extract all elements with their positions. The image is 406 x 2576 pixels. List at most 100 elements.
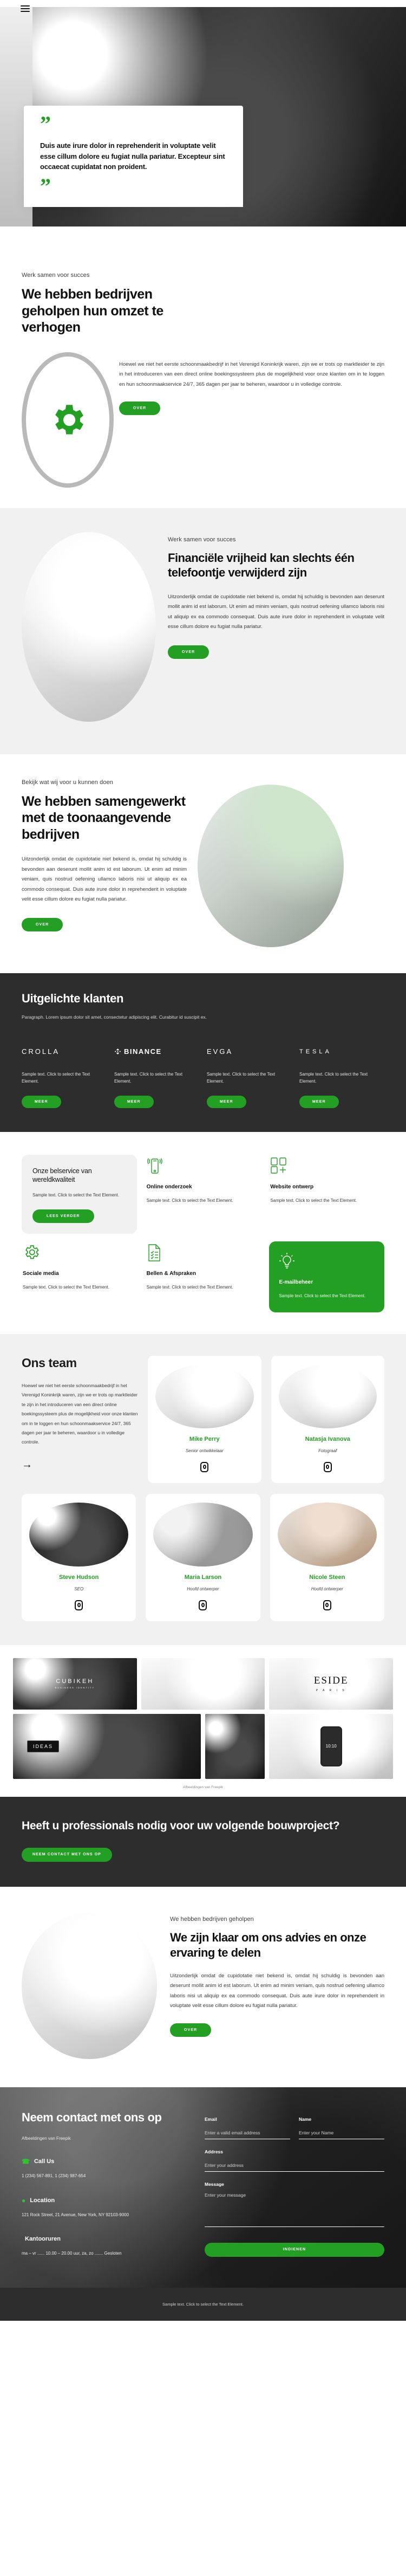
client-meer-button[interactable]: Meer [207,1095,246,1108]
service-text: Sample text. Click to select the Text El… [23,1285,109,1290]
quote-open-icon: ” [40,112,51,136]
message-label: Message [205,2181,224,2187]
gallery-eside-sub: P A R I S [316,1689,346,1693]
experience-over-button[interactable]: Over [170,2023,212,2037]
financial-body: Uitzonderlijk omdat de cupidotatie niet … [168,593,384,630]
gallery-eside-label: ESIDE [313,1675,349,1687]
experience-section: We hebben bedrijven geholpen We zijn kla… [0,1886,406,2087]
instagram-icon[interactable] [75,1600,83,1610]
service-card-emailbeheer: E-mailbeheer Sample text. Click to selec… [269,1241,384,1312]
team-member-card: Maria Larson Hoofd ontwerper [146,1493,260,1621]
lightbulb-icon [279,1252,375,1271]
instagram-icon[interactable] [323,1600,331,1610]
service-lees-verder-button[interactable]: Lees verder [32,1209,94,1224]
partners-heading: We hebben samengewerkt met de toonaangev… [22,793,186,842]
gear-icon-ring [22,352,114,488]
gallery-tile-phone[interactable]: 10:10 [269,1713,393,1779]
experience-eyebrow: We hebben bedrijven geholpen [170,1915,254,1923]
message-input[interactable] [205,2192,384,2227]
submit-button[interactable]: Indienen [205,2242,384,2257]
client-meer-button[interactable]: Meer [299,1095,339,1108]
instagram-icon[interactable] [200,1461,209,1472]
member-name: Mike Perry [189,1435,220,1442]
service-text: Sample text. Click to select the Text El… [146,1198,233,1203]
client-text: Sample text. Click to select the Text El… [299,1071,368,1084]
address-label: Address [205,2148,224,2154]
service-card-callservice: Onze belservice van wereldkwaliteit Samp… [22,1154,137,1234]
contact-location-block: ● Location 121 Rock Street, 21 Avenue, N… [22,2197,189,2219]
partners-eyebrow: Bekijk wat wij voor u kunnen doen [22,779,114,786]
experience-photo [22,1912,157,2059]
address-input[interactable] [205,2162,384,2172]
quote-close-icon: ” [40,173,51,198]
member-name: Maria Larson [184,1574,222,1581]
service-title: Sociale media [23,1271,59,1277]
gallery-tile-cubikeh[interactable]: CUBIKEH BUSINESS IDENTITY [13,1658,137,1710]
gallery-tile-cards[interactable] [141,1658,265,1710]
success-over-button[interactable]: Over [119,402,161,416]
service-card-online-onderzoek: Online onderzoek Sample text. Click to s… [146,1155,261,1234]
client-logo-tesla: TESLA [299,1048,332,1055]
client-text: Sample text. Click to select the Text El… [22,1071,90,1084]
gallery-tile-eside[interactable]: ESIDE P A R I S [269,1658,393,1710]
hamburger-menu-icon[interactable] [21,5,30,12]
avatar [153,1502,253,1567]
gallery-ideas-label: IDEAS [27,1740,60,1752]
client-meer-button[interactable]: Meer [114,1095,154,1108]
success-body: Hoewel we niet het eerste schoonmaakbedr… [119,361,384,387]
cta-section: Heeft u professionals nodig voor uw volg… [0,1796,406,1887]
contact-call-value: 1 (234) 567-891, 1 (234) 987-654 [22,2173,86,2179]
gallery-tile-ideas[interactable]: IDEAS [13,1713,201,1779]
client-card: TESLA Sample text. Click to select the T… [299,1045,384,1108]
contact-hours-value: ma – vr ...... 10.00 – 20.00 uur, za, zo… [22,2251,122,2256]
email-input[interactable] [205,2130,290,2139]
contact-section: Neem contact met ons op Afbeeldingen van… [0,2087,406,2288]
services-section: Onze belservice van wereldkwaliteit Samp… [0,1131,406,1334]
gallery-tile-stationery[interactable] [205,1713,265,1779]
success-section: Werk samen voor succes We hebben bedrijv… [0,249,406,508]
partners-photo [198,784,344,947]
instagram-icon[interactable] [323,1461,332,1472]
experience-body: Uitzonderlijk omdat de cupidotatie niet … [170,1972,384,2009]
partners-section: Bekijk wat wij voor u kunnen doen We heb… [0,754,406,973]
instagram-icon[interactable] [199,1600,207,1610]
portfolio-gallery-section: CUBIKEH BUSINESS IDENTITY ESIDE P A R I … [0,1645,406,1797]
services-grid: Onze belservice van wereldkwaliteit Samp… [22,1154,384,1312]
grid-plus-icon [270,1157,383,1175]
map-pin-icon: ● [22,2196,26,2204]
client-logo-binance-label: BINANCE [124,1047,162,1056]
contact-credit: Afbeeldingen van Freepik [22,2136,71,2141]
hero-quote-text: Duis aute irure dolor in reprehenderit i… [40,141,225,171]
gear-outline-icon [23,1244,136,1262]
partners-over-button[interactable]: Over [22,917,63,931]
clients-heading: Uitgelichte klanten [22,991,123,1005]
address-field-group: Address [205,2149,384,2172]
gallery-cubikeh-label: CUBIKEH [56,1678,94,1685]
service-card-website-ontwerp: Website ontwerp Sample text. Click to se… [269,1155,384,1234]
team-arrow-icon[interactable]: → [22,1459,138,1470]
financial-over-button[interactable]: Over [168,645,209,659]
mobile-signal-icon [147,1157,260,1175]
service-text: Sample text. Click to select the Text El… [32,1193,119,1198]
clients-row: CROLLA Sample text. Click to select the … [22,1045,384,1108]
avatar [29,1502,129,1567]
gallery-cubikeh-sub: BUSINESS IDENTITY [55,1686,95,1690]
client-meer-button[interactable]: Meer [22,1095,61,1108]
service-title: Online onderzoek [146,1183,192,1190]
checklist-document-icon [147,1244,260,1262]
footer: Sample text. Click to select the Text El… [0,2287,406,2321]
gear-icon [55,404,83,435]
avatar [155,1364,254,1428]
binance-diamond-icon [114,1048,121,1054]
contact-hours-title: Kantooruren [25,2236,61,2243]
client-text: Sample text. Click to select the Text El… [114,1071,183,1084]
member-name: Natasja Ivanova [305,1435,350,1442]
member-role: SEO [74,1586,84,1591]
name-input[interactable] [299,2130,384,2139]
cta-contact-button[interactable]: Neem contact met ons op [22,1847,113,1862]
cta-heading: Heeft u professionals nodig voor uw volg… [22,1819,340,1832]
landing-page: ” Duis aute irure dolor in reprehenderit… [0,0,406,2321]
partners-body: Uitzonderlijk omdat de cupidotatie niet … [22,856,187,903]
footer-text: Sample text. Click to select the Text El… [162,2301,244,2307]
email-label: Email [205,2116,217,2122]
